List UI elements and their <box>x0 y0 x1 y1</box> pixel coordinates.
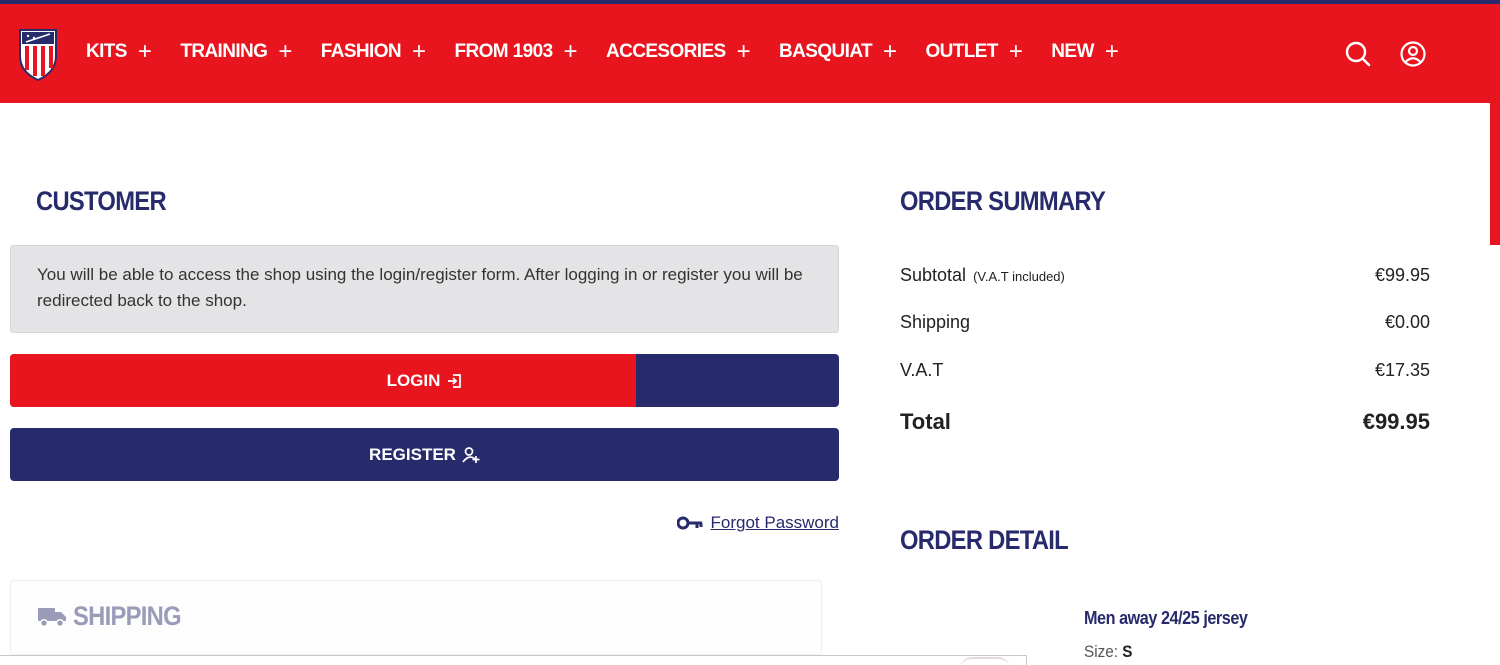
shipping-value: €0.00 <box>1384 312 1430 332</box>
nav-label: NEW <box>1051 41 1094 62</box>
plus-icon: + <box>1008 38 1023 65</box>
shipping-title: SHIPPING <box>73 601 182 631</box>
plus-icon: + <box>1104 38 1119 65</box>
login-label: LOGIN <box>386 370 441 390</box>
product-size: Size: S <box>1084 642 1132 662</box>
plus-icon: + <box>412 38 426 65</box>
key-icon <box>676 516 702 530</box>
size-value: S <box>1122 642 1133 661</box>
divider <box>1026 655 1027 665</box>
shipping-header: SHIPPING <box>37 601 196 632</box>
nav-label: FASHION <box>320 41 402 62</box>
user-account-icon[interactable] <box>1399 40 1427 68</box>
login-progress-fill <box>10 354 636 407</box>
order-summary-title: ORDER SUMMARY <box>900 186 1106 216</box>
main-nav: KITS + TRAINING + FASHION + FROM 1903 + ACCE… <box>86 40 1147 64</box>
nav-item-fashion[interactable]: FASHION + <box>321 40 426 64</box>
nav-item-accesories[interactable]: ACCESORIES + <box>605 38 751 65</box>
login-info-box: You will be able to access the shop usin… <box>10 245 839 333</box>
scrollbar-accent <box>1490 103 1500 245</box>
atletico-crest-logo[interactable] <box>16 26 60 82</box>
subtotal-label: Subtotal <box>900 265 967 285</box>
vat-label: V.A.T <box>900 360 944 380</box>
customer-title: CUSTOMER <box>36 186 167 216</box>
plus-icon: + <box>278 38 292 65</box>
plus-icon: + <box>137 38 152 65</box>
size-label: Size: <box>1084 642 1119 661</box>
summary-row-total: Total €99.95 <box>900 409 1430 435</box>
search-icon[interactable] <box>1344 40 1372 68</box>
nav-label: ACCESORIES <box>605 41 726 62</box>
subtotal-value: €99.95 <box>1374 265 1430 285</box>
register-label: REGISTER <box>369 444 456 464</box>
login-button[interactable]: LOGIN <box>10 354 839 407</box>
shipping-section: SHIPPING <box>10 580 822 655</box>
subtotal-note: (V.A.T included) <box>973 269 1065 284</box>
order-detail-title: ORDER DETAIL <box>900 525 1069 555</box>
plus-icon: + <box>883 38 897 65</box>
nav-item-from-1903[interactable]: FROM 1903 + <box>454 40 577 64</box>
nav-label: KITS <box>86 41 127 62</box>
add-user-icon <box>462 446 480 463</box>
nav-item-basquiat[interactable]: BASQUIAT + <box>779 38 897 65</box>
nav-label: BASQUIAT <box>779 41 873 62</box>
truck-icon <box>38 607 66 627</box>
nav-item-training[interactable]: TRAINING + <box>180 38 292 65</box>
nav-label: OUTLET <box>925 41 998 62</box>
plus-icon: + <box>563 38 578 65</box>
register-button[interactable]: REGISTER <box>10 428 839 481</box>
nav-item-kits[interactable]: KITS + <box>86 38 152 65</box>
login-info-text: You will be able to access the shop usin… <box>37 265 803 310</box>
product-name[interactable]: Men away 24/25 jersey <box>1084 608 1248 629</box>
summary-row-shipping: Shipping €0.00 <box>900 312 1430 333</box>
plus-icon: + <box>736 38 751 65</box>
subtotal-label-wrap: Subtotal (V.A.T included) <box>900 265 1065 286</box>
summary-row-subtotal: Subtotal (V.A.T included) €99.95 <box>900 265 1430 286</box>
shipping-label: Shipping <box>900 312 971 332</box>
nav-item-new[interactable]: NEW + <box>1051 38 1119 65</box>
forgot-password-label: Forgot Password <box>710 513 840 532</box>
summary-row-vat: V.A.T €17.35 <box>900 360 1430 381</box>
nav-label: TRAINING <box>180 41 268 62</box>
nav-item-outlet[interactable]: OUTLET + <box>925 40 1022 64</box>
total-label: Total <box>900 409 951 434</box>
total-value: €99.95 <box>1362 409 1430 434</box>
site-header: KITS + TRAINING + FASHION + FROM 1903 + ACCE… <box>0 4 1500 103</box>
login-icon <box>448 373 462 388</box>
forgot-password-link[interactable]: Forgot Password <box>676 513 840 533</box>
vat-value: €17.35 <box>1374 360 1430 380</box>
nav-label: FROM 1903 <box>454 41 553 62</box>
product-thumbnail <box>960 657 1010 665</box>
divider <box>0 655 1027 656</box>
